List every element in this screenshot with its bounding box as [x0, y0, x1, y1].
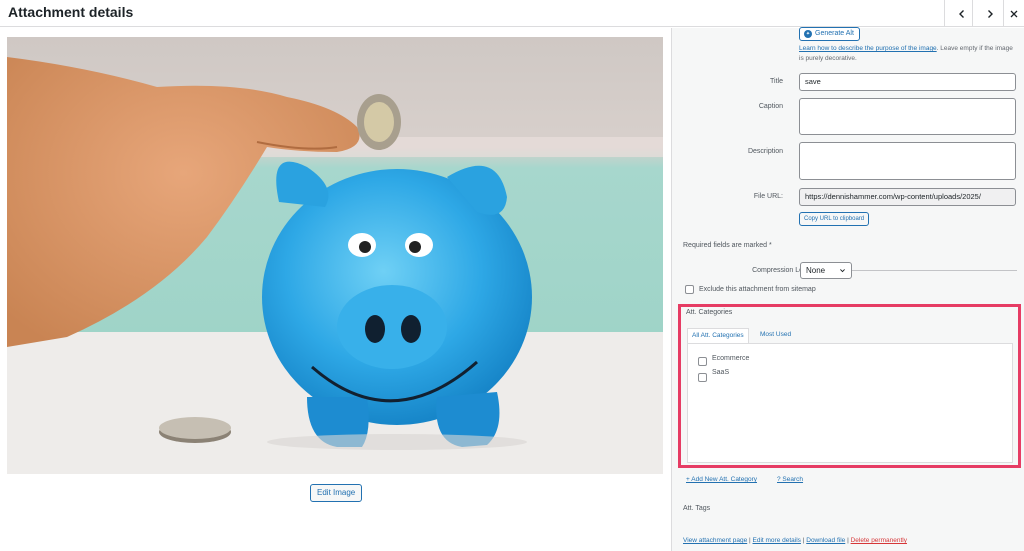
generate-alt-button[interactable]: ✦ Generate Alt — [799, 27, 860, 41]
generate-alt-label: Generate Alt — [815, 30, 854, 37]
caption-textarea[interactable] — [799, 98, 1016, 135]
search-categories-link[interactable]: ? Search — [777, 476, 803, 483]
download-link[interactable]: Download file — [806, 537, 845, 544]
chevron-right-icon — [987, 9, 993, 18]
close-button[interactable] — [1003, 0, 1024, 27]
category-label-saas: SaaS — [712, 369, 730, 376]
file-url-input[interactable]: https://dennishammer.com/wp-content/uplo… — [799, 188, 1016, 206]
modal-header: Attachment details — [0, 0, 1024, 27]
tags-label: Att. Tags — [683, 505, 711, 512]
tab-all-categories[interactable]: All Att. Categories — [687, 328, 749, 344]
title-label: Title — [770, 78, 783, 85]
required-fields-note: Required fields are marked * — [683, 242, 772, 249]
chevron-left-icon — [958, 9, 964, 18]
description-textarea[interactable] — [799, 142, 1016, 180]
exclude-sitemap-checkbox[interactable] — [685, 285, 694, 294]
media-preview-area: Edit Image — [0, 28, 671, 551]
attachment-image — [7, 37, 663, 474]
categories-title: Att. Categories — [686, 309, 733, 316]
tab-most-used[interactable]: Most Used — [756, 328, 795, 344]
categories-list: Ecommerce SaaS — [687, 343, 1013, 463]
categories-panel: Att. Categories All Att. Categories Most… — [678, 304, 1021, 468]
exclude-sitemap-label: Exclude this attachment from sitemap — [699, 286, 816, 293]
edit-details-link[interactable]: Edit more details — [753, 537, 801, 544]
file-url-label: File URL: — [753, 193, 783, 200]
attachment-actions: View attachment page | Edit more details… — [683, 537, 907, 544]
description-label: Description — [747, 148, 783, 155]
chevron-down-icon — [840, 269, 845, 273]
view-attachment-link[interactable]: View attachment page — [683, 537, 747, 544]
edit-image-button[interactable]: Edit Image — [310, 484, 363, 502]
delete-link[interactable]: Delete permanently — [851, 537, 907, 544]
compression-select[interactable]: None — [800, 262, 852, 279]
next-button[interactable] — [972, 0, 1006, 27]
compression-divider — [852, 270, 1017, 271]
attachment-settings-sidebar: ✦ Generate Alt Learn how to describe the… — [671, 27, 1024, 551]
page-title: Attachment details — [8, 4, 134, 20]
copy-url-button[interactable]: Copy URL to clipboard — [799, 212, 870, 226]
alt-text-help: Learn how to describe the purpose of the… — [799, 44, 1019, 64]
category-checkbox-saas[interactable] — [698, 373, 707, 382]
alt-help-link[interactable]: Learn how to describe the purpose of the… — [799, 45, 937, 52]
add-new-category-link[interactable]: + Add New Att. Category — [686, 476, 757, 483]
category-checkbox-ecommerce[interactable] — [698, 357, 707, 366]
caption-label: Caption — [758, 103, 783, 110]
compression-value: None — [806, 266, 826, 275]
title-input[interactable]: save — [799, 73, 1016, 91]
category-label-ecommerce: Ecommerce — [712, 355, 750, 362]
close-icon — [1010, 10, 1018, 17]
sparkle-icon: ✦ — [804, 30, 812, 38]
